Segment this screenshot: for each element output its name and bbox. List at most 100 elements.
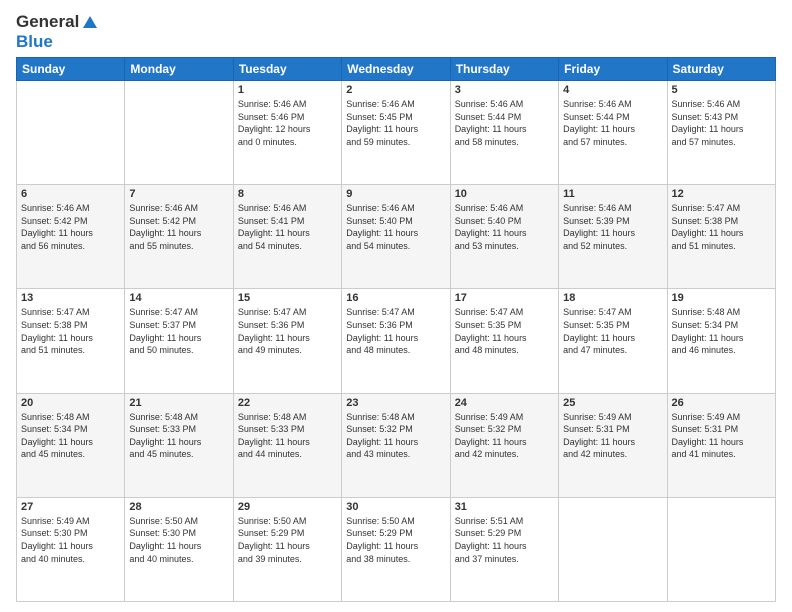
day-number: 31 <box>455 501 554 513</box>
logo-general: General <box>16 12 79 31</box>
logo-icon <box>81 14 99 32</box>
calendar-cell <box>667 497 775 601</box>
day-number: 10 <box>455 188 554 200</box>
calendar-cell: 17Sunrise: 5:47 AM Sunset: 5:35 PM Dayli… <box>450 289 558 393</box>
day-info: Sunrise: 5:49 AM Sunset: 5:30 PM Dayligh… <box>21 515 120 565</box>
day-info: Sunrise: 5:47 AM Sunset: 5:36 PM Dayligh… <box>238 306 337 356</box>
calendar-header-row: SundayMondayTuesdayWednesdayThursdayFrid… <box>17 58 776 81</box>
calendar-cell: 1 Sunrise: 5:46 AM Sunset: 5:46 PM Daylig… <box>233 81 341 185</box>
logo-blue: Blue <box>16 32 99 52</box>
col-header-wednesday: Wednesday <box>342 58 450 81</box>
page: General Blue SundayMondayTuesdayWednesda… <box>0 0 792 612</box>
calendar-cell: 4Sunrise: 5:46 AM Sunset: 5:44 PM Daylig… <box>559 81 667 185</box>
calendar-cell: 22 Sunrise: 5:48 AM Sunset: 5:33 PM Dayli… <box>233 393 341 497</box>
day-number: 6 <box>21 188 120 200</box>
day-number: 14 <box>129 292 228 304</box>
day-number: 15 <box>238 292 337 304</box>
day-info: Sunrise: 5:46 AM Sunset: 5:44 PM Dayligh… <box>455 98 554 148</box>
calendar-week-4: 27 Sunrise: 5:49 AM Sunset: 5:30 PM Dayli… <box>17 497 776 601</box>
col-header-friday: Friday <box>559 58 667 81</box>
day-info: Sunrise: 5:49 AM Sunset: 5:32 PM Dayligh… <box>455 411 554 461</box>
calendar-cell <box>17 81 125 185</box>
day-number: 28 <box>129 501 228 513</box>
calendar-week-1: 6 Sunrise: 5:46 AM Sunset: 5:42 PM Daylig… <box>17 185 776 289</box>
day-info: Sunrise: 5:50 AM Sunset: 5:29 PM Dayligh… <box>346 515 445 565</box>
day-number: 21 <box>129 397 228 409</box>
day-number: 22 <box>238 397 337 409</box>
day-info: Sunrise: 5:48 AM Sunset: 5:33 PM Dayligh… <box>129 411 228 461</box>
day-info: Sunrise: 5:49 AM Sunset: 5:31 PM Dayligh… <box>563 411 662 461</box>
day-number: 5 <box>672 84 771 96</box>
col-header-thursday: Thursday <box>450 58 558 81</box>
calendar-cell: 10 Sunrise: 5:46 AM Sunset: 5:40 PM Dayli… <box>450 185 558 289</box>
day-info: Sunrise: 5:50 AM Sunset: 5:30 PM Dayligh… <box>129 515 228 565</box>
day-number: 13 <box>21 292 120 304</box>
day-number: 29 <box>238 501 337 513</box>
calendar-cell: 3Sunrise: 5:46 AM Sunset: 5:44 PM Daylig… <box>450 81 558 185</box>
day-info: Sunrise: 5:47 AM Sunset: 5:36 PM Dayligh… <box>346 306 445 356</box>
calendar-cell <box>125 81 233 185</box>
day-info: Sunrise: 5:46 AM Sunset: 5:42 PM Dayligh… <box>21 202 120 252</box>
calendar-cell: 14Sunrise: 5:47 AM Sunset: 5:37 PM Dayli… <box>125 289 233 393</box>
calendar-cell: 23 Sunrise: 5:48 AM Sunset: 5:32 PM Dayli… <box>342 393 450 497</box>
day-info: Sunrise: 5:46 AM Sunset: 5:45 PM Dayligh… <box>346 98 445 148</box>
day-number: 7 <box>129 188 228 200</box>
day-number: 20 <box>21 397 120 409</box>
calendar-cell: 15 Sunrise: 5:47 AM Sunset: 5:36 PM Dayli… <box>233 289 341 393</box>
day-info: Sunrise: 5:46 AM Sunset: 5:44 PM Dayligh… <box>563 98 662 148</box>
day-info: Sunrise: 5:49 AM Sunset: 5:31 PM Dayligh… <box>672 411 771 461</box>
calendar-cell: 24 Sunrise: 5:49 AM Sunset: 5:32 PM Dayli… <box>450 393 558 497</box>
day-number: 24 <box>455 397 554 409</box>
day-number: 19 <box>672 292 771 304</box>
calendar-cell: 16 Sunrise: 5:47 AM Sunset: 5:36 PM Dayli… <box>342 289 450 393</box>
day-number: 25 <box>563 397 662 409</box>
day-info: Sunrise: 5:48 AM Sunset: 5:34 PM Dayligh… <box>21 411 120 461</box>
calendar-cell: 21 Sunrise: 5:48 AM Sunset: 5:33 PM Dayli… <box>125 393 233 497</box>
day-number: 1 <box>238 84 337 96</box>
day-info: Sunrise: 5:47 AM Sunset: 5:38 PM Dayligh… <box>672 202 771 252</box>
calendar-cell <box>559 497 667 601</box>
calendar-cell: 19 Sunrise: 5:48 AM Sunset: 5:34 PM Dayli… <box>667 289 775 393</box>
col-header-saturday: Saturday <box>667 58 775 81</box>
day-info: Sunrise: 5:51 AM Sunset: 5:29 PM Dayligh… <box>455 515 554 565</box>
col-header-tuesday: Tuesday <box>233 58 341 81</box>
day-info: Sunrise: 5:50 AM Sunset: 5:29 PM Dayligh… <box>238 515 337 565</box>
day-info: Sunrise: 5:46 AM Sunset: 5:40 PM Dayligh… <box>346 202 445 252</box>
day-number: 12 <box>672 188 771 200</box>
calendar-cell: 2 Sunrise: 5:46 AM Sunset: 5:45 PM Daylig… <box>342 81 450 185</box>
calendar-cell: 30 Sunrise: 5:50 AM Sunset: 5:29 PM Dayli… <box>342 497 450 601</box>
day-info: Sunrise: 5:47 AM Sunset: 5:35 PM Dayligh… <box>563 306 662 356</box>
header: General Blue <box>16 12 776 51</box>
day-number: 2 <box>346 84 445 96</box>
calendar-cell: 28 Sunrise: 5:50 AM Sunset: 5:30 PM Dayli… <box>125 497 233 601</box>
calendar-cell: 26 Sunrise: 5:49 AM Sunset: 5:31 PM Dayli… <box>667 393 775 497</box>
calendar-cell: 25 Sunrise: 5:49 AM Sunset: 5:31 PM Dayli… <box>559 393 667 497</box>
logo: General Blue <box>16 12 99 51</box>
calendar-cell: 27 Sunrise: 5:49 AM Sunset: 5:30 PM Dayli… <box>17 497 125 601</box>
calendar-table: SundayMondayTuesdayWednesdayThursdayFrid… <box>16 57 776 602</box>
calendar-cell: 31 Sunrise: 5:51 AM Sunset: 5:29 PM Dayli… <box>450 497 558 601</box>
day-number: 17 <box>455 292 554 304</box>
calendar-cell: 8Sunrise: 5:46 AM Sunset: 5:41 PM Daylig… <box>233 185 341 289</box>
day-info: Sunrise: 5:46 AM Sunset: 5:46 PM Dayligh… <box>238 98 337 148</box>
calendar-cell: 12 Sunrise: 5:47 AM Sunset: 5:38 PM Dayli… <box>667 185 775 289</box>
day-info: Sunrise: 5:48 AM Sunset: 5:33 PM Dayligh… <box>238 411 337 461</box>
day-number: 30 <box>346 501 445 513</box>
day-number: 27 <box>21 501 120 513</box>
day-info: Sunrise: 5:48 AM Sunset: 5:34 PM Dayligh… <box>672 306 771 356</box>
day-info: Sunrise: 5:46 AM Sunset: 5:40 PM Dayligh… <box>455 202 554 252</box>
calendar-cell: 6 Sunrise: 5:46 AM Sunset: 5:42 PM Daylig… <box>17 185 125 289</box>
calendar-cell: 7Sunrise: 5:46 AM Sunset: 5:42 PM Daylig… <box>125 185 233 289</box>
day-info: Sunrise: 5:46 AM Sunset: 5:39 PM Dayligh… <box>563 202 662 252</box>
calendar-cell: 11 Sunrise: 5:46 AM Sunset: 5:39 PM Dayli… <box>559 185 667 289</box>
day-info: Sunrise: 5:48 AM Sunset: 5:32 PM Dayligh… <box>346 411 445 461</box>
calendar-cell: 9Sunrise: 5:46 AM Sunset: 5:40 PM Daylig… <box>342 185 450 289</box>
calendar-week-0: 1 Sunrise: 5:46 AM Sunset: 5:46 PM Daylig… <box>17 81 776 185</box>
day-number: 26 <box>672 397 771 409</box>
day-number: 23 <box>346 397 445 409</box>
calendar-cell: 20 Sunrise: 5:48 AM Sunset: 5:34 PM Dayli… <box>17 393 125 497</box>
day-number: 11 <box>563 188 662 200</box>
day-info: Sunrise: 5:46 AM Sunset: 5:41 PM Dayligh… <box>238 202 337 252</box>
calendar-week-2: 13Sunrise: 5:47 AM Sunset: 5:38 PM Dayli… <box>17 289 776 393</box>
day-number: 16 <box>346 292 445 304</box>
